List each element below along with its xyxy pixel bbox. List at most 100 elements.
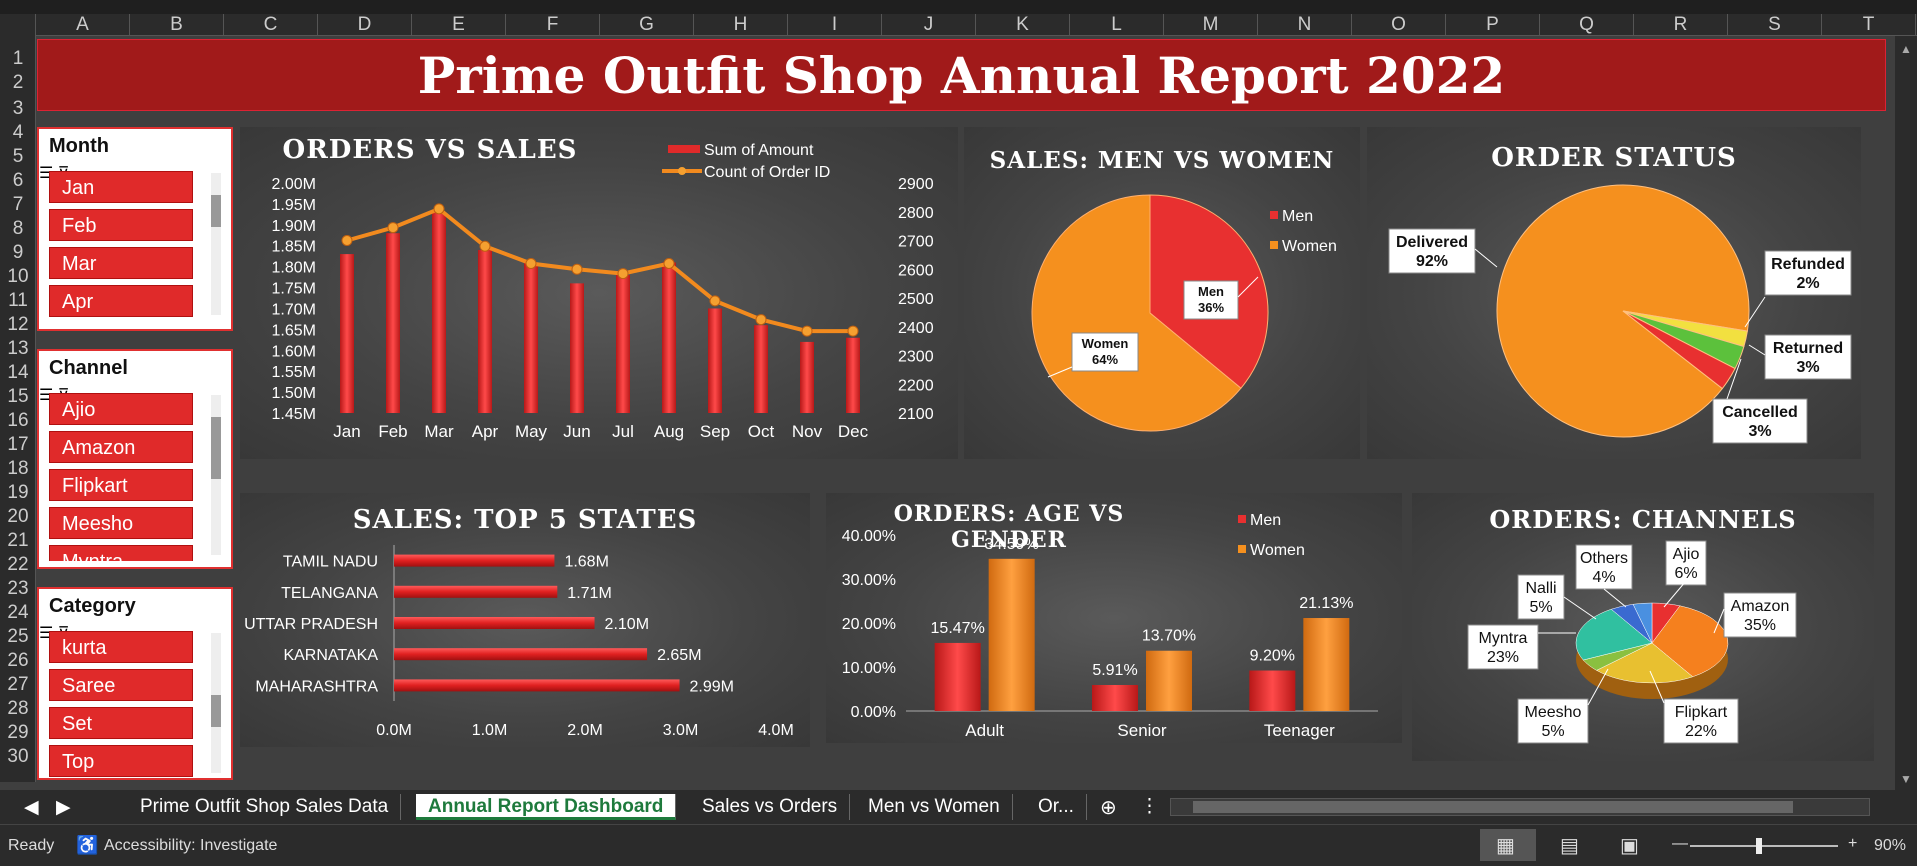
row-header-2[interactable]: 2 xyxy=(0,72,36,94)
row-header-24[interactable]: 24 xyxy=(0,602,36,624)
men-vs-women-chart[interactable]: SALES: MEN VS WOMEN Men 36% Women 64% Men Wom… xyxy=(964,127,1360,459)
column-header-C[interactable]: C xyxy=(224,14,318,36)
slicer-item[interactable]: Top xyxy=(49,745,193,777)
column-header-I[interactable]: I xyxy=(788,14,882,36)
row-header-18[interactable]: 18 xyxy=(0,458,36,480)
page-layout-icon[interactable]: ▤ xyxy=(1560,833,1579,858)
y2-tick-label: 2400 xyxy=(898,320,934,337)
tab-sales-vs-orders[interactable]: Sales vs Orders xyxy=(690,794,851,820)
month-slicer[interactable]: Month ☰ ⊽ Jan Feb Mar Apr xyxy=(37,127,233,331)
horizontal-scrollbar[interactable] xyxy=(1170,798,1870,816)
row-header-12[interactable]: 12 xyxy=(0,314,36,336)
order-status-chart[interactable]: ORDER STATUS Delivered 92% Refunded 2% Retur… xyxy=(1367,127,1861,459)
column-header-E[interactable]: E xyxy=(412,14,506,36)
slicer-scrollbar[interactable] xyxy=(211,395,221,555)
zoom-slider[interactable] xyxy=(1690,838,1838,854)
accessibility-status[interactable]: Accessibility: Investigate xyxy=(104,837,277,855)
next-sheet-icon[interactable]: ▶ xyxy=(56,796,71,819)
tab-sales-data[interactable]: Prime Outfit Shop Sales Data xyxy=(128,794,402,820)
column-header-P[interactable]: P xyxy=(1446,14,1540,36)
row-header-4[interactable]: 4 xyxy=(0,122,36,144)
column-header-T[interactable]: T xyxy=(1822,14,1916,36)
row-header-8[interactable]: 8 xyxy=(0,218,36,240)
row-header-6[interactable]: 6 xyxy=(0,170,36,192)
zoom-in-icon[interactable]: + xyxy=(1848,835,1857,853)
row-header-9[interactable]: 9 xyxy=(0,242,36,264)
channels-chart[interactable]: ORDERS: CHANNELS Ajio 6% Amazon 35% Flipkart… xyxy=(1412,493,1874,761)
column-header-Q[interactable]: Q xyxy=(1540,14,1634,36)
column-header-A[interactable]: A xyxy=(36,14,130,36)
row-header-30[interactable]: 30 xyxy=(0,746,36,768)
category-slicer[interactable]: Category ☰ ⊽ kurta Saree Set Top xyxy=(37,587,233,780)
row-header-11[interactable]: 11 xyxy=(0,290,36,312)
x-tick-label: Adult xyxy=(965,721,1004,740)
column-header-M[interactable]: M xyxy=(1164,14,1258,36)
slicer-item[interactable]: Apr xyxy=(49,285,193,317)
row-header-25[interactable]: 25 xyxy=(0,626,36,648)
slicer-scrollbar[interactable] xyxy=(211,173,221,315)
column-header-L[interactable]: L xyxy=(1070,14,1164,36)
column-header-G[interactable]: G xyxy=(600,14,694,36)
prev-sheet-icon[interactable]: ◀ xyxy=(24,796,39,819)
row-header-27[interactable]: 27 xyxy=(0,674,36,696)
row-header-26[interactable]: 26 xyxy=(0,650,36,672)
slicer-item[interactable]: Flipkart xyxy=(49,469,193,501)
column-header-O[interactable]: O xyxy=(1352,14,1446,36)
age-vs-gender-chart[interactable]: ORDERS: AGE VS GENDER 40.00% 30.00% 20.00%… xyxy=(826,493,1402,743)
slicer-item[interactable]: Saree xyxy=(49,669,193,701)
column-header-R[interactable]: R xyxy=(1634,14,1728,36)
page-break-icon[interactable]: ▣ xyxy=(1620,833,1639,858)
age-vs-gender-svg: 40.00% 30.00% 20.00% 10.00% 0.00% 15.47% 34.59… xyxy=(842,512,1378,740)
row-header-14[interactable]: 14 xyxy=(0,362,36,384)
row-header-20[interactable]: 20 xyxy=(0,506,36,528)
row-header-22[interactable]: 22 xyxy=(0,554,36,576)
slicer-item[interactable]: Ajio xyxy=(49,393,193,425)
tab-more[interactable]: Or... xyxy=(1026,794,1087,820)
row-header-5[interactable]: 5 xyxy=(0,146,36,168)
slicer-item[interactable]: Set xyxy=(49,707,193,739)
zoom-out-icon[interactable]: — xyxy=(1672,835,1688,853)
tab-men-vs-women[interactable]: Men vs Women xyxy=(856,794,1013,820)
row-header-10[interactable]: 10 xyxy=(0,266,36,288)
orders-vs-sales-chart[interactable]: ORDERS VS SALES 2.00M 1.95M 1.90M 1.85M 1.80… xyxy=(240,127,958,459)
slicer-item[interactable]: Jan xyxy=(49,171,193,203)
column-header-B[interactable]: B xyxy=(130,14,224,36)
column-header-D[interactable]: D xyxy=(318,14,412,36)
zoom-level[interactable]: 90% xyxy=(1874,837,1906,855)
select-all-corner[interactable] xyxy=(0,14,36,36)
row-header-7[interactable]: 7 xyxy=(0,194,36,216)
row-header-21[interactable]: 21 xyxy=(0,530,36,552)
more-options-icon[interactable]: ⋮ xyxy=(1140,795,1159,818)
slicer-item[interactable]: Myntra xyxy=(49,545,193,561)
normal-view-button[interactable]: ▦ xyxy=(1480,829,1536,861)
column-header-J[interactable]: J xyxy=(882,14,976,36)
column-header-K[interactable]: K xyxy=(976,14,1070,36)
row-header-23[interactable]: 23 xyxy=(0,578,36,600)
row-header-19[interactable]: 19 xyxy=(0,482,36,504)
row-header-3[interactable]: 3 xyxy=(0,98,36,120)
vertical-scrollbar[interactable]: ▲ ▼ xyxy=(1895,36,1917,790)
column-header-F[interactable]: F xyxy=(506,14,600,36)
scroll-up-icon[interactable]: ▲ xyxy=(1900,42,1912,56)
row-header-28[interactable]: 28 xyxy=(0,698,36,720)
row-header-1[interactable]: 1 xyxy=(0,48,36,70)
add-sheet-icon[interactable]: ⊕ xyxy=(1100,795,1117,820)
row-header-17[interactable]: 17 xyxy=(0,434,36,456)
slicer-item[interactable]: Meesho xyxy=(49,507,193,539)
tab-annual-report-dashboard[interactable]: Annual Report Dashboard xyxy=(416,794,677,820)
row-header-16[interactable]: 16 xyxy=(0,410,36,432)
row-header-13[interactable]: 13 xyxy=(0,338,36,360)
column-header-N[interactable]: N xyxy=(1258,14,1352,36)
slicer-item[interactable]: Mar xyxy=(49,247,193,279)
scroll-down-icon[interactable]: ▼ xyxy=(1900,772,1912,786)
column-header-S[interactable]: S xyxy=(1728,14,1822,36)
slicer-item[interactable]: Feb xyxy=(49,209,193,241)
slicer-scrollbar[interactable] xyxy=(211,633,221,773)
top-states-chart[interactable]: SALES: TOP 5 STATES TAMIL NADU 1.68M TELAN… xyxy=(240,493,810,747)
slicer-item[interactable]: kurta xyxy=(49,631,193,663)
column-header-H[interactable]: H xyxy=(694,14,788,36)
channel-slicer[interactable]: Channel ☰ ⊽ Ajio Amazon Flipkart Meesho … xyxy=(37,349,233,569)
slicer-item[interactable]: Amazon xyxy=(49,431,193,463)
row-header-29[interactable]: 29 xyxy=(0,722,36,744)
row-header-15[interactable]: 15 xyxy=(0,386,36,408)
